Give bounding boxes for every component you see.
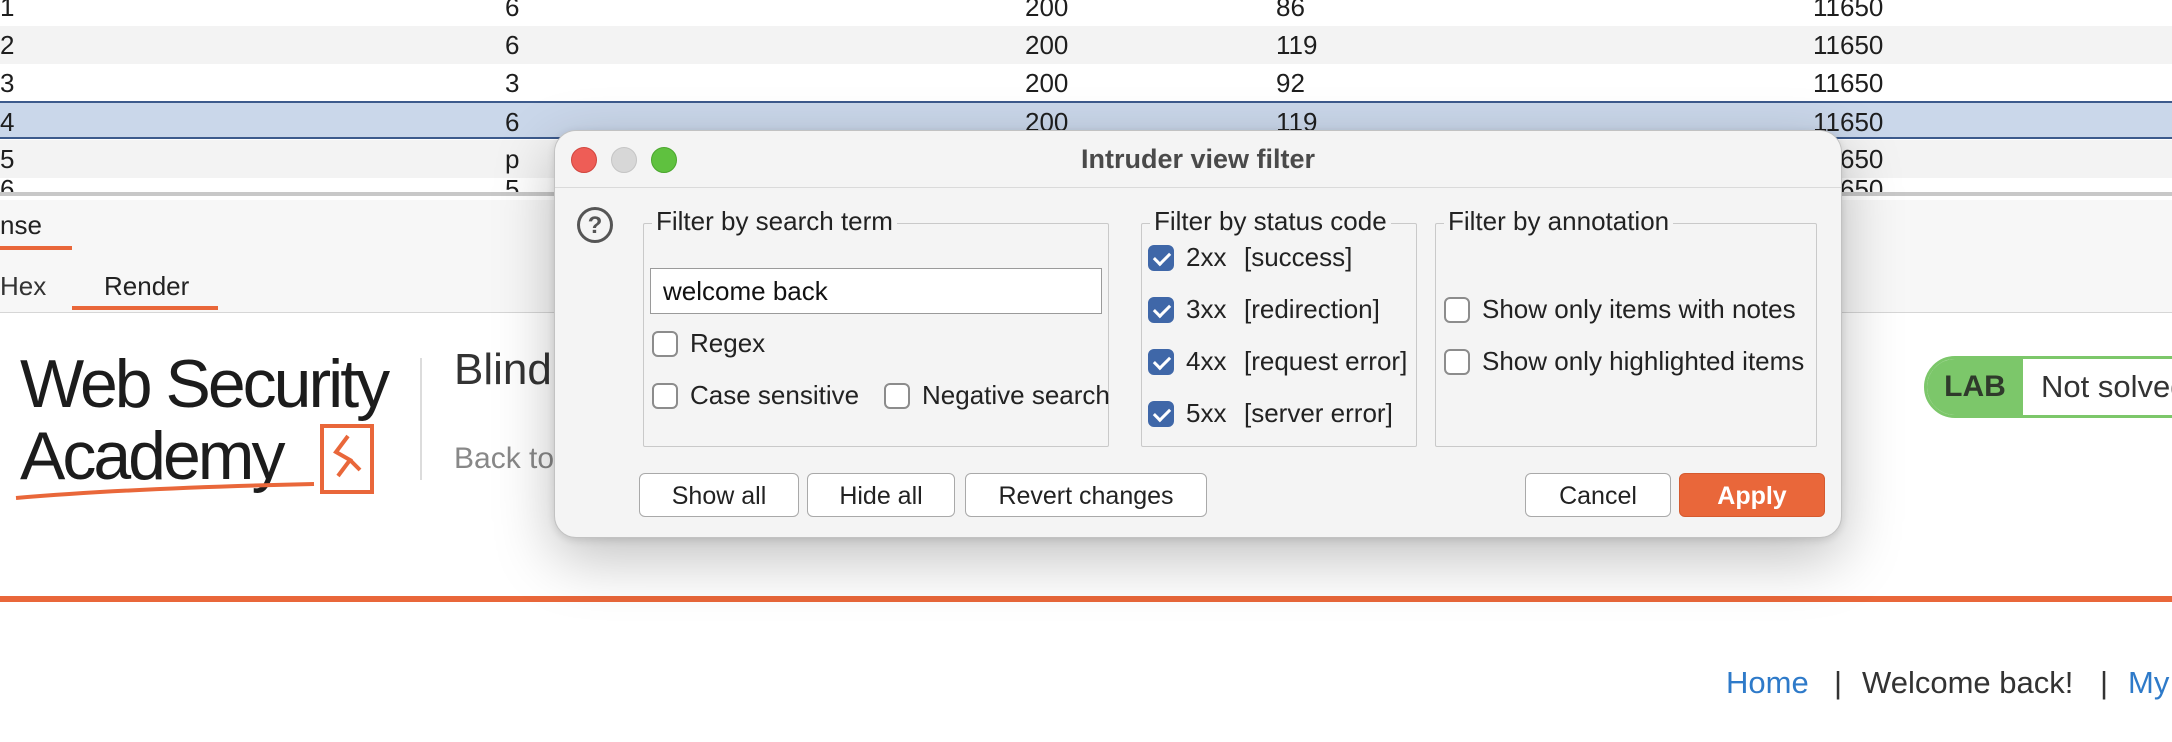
nav-separator: |	[2100, 665, 2109, 700]
notes-only-checkbox-box[interactable]	[1444, 296, 1470, 323]
case-sensitive-label: Case sensitive	[690, 380, 860, 410]
lab-status-text: Not solved	[2041, 369, 2172, 404]
negative-search-checkbox[interactable]: Negative search	[884, 380, 1110, 411]
revert-changes-button[interactable]: Revert changes	[965, 473, 1207, 517]
cell-request: 3	[0, 68, 15, 98]
search-term-group: Filter by search term welcome back Regex…	[643, 206, 1110, 447]
cell-status: 200	[1025, 68, 1069, 98]
notes-only-label: Show only items with notes	[1482, 294, 1796, 324]
apply-button[interactable]: Apply	[1679, 473, 1825, 517]
status-code-group: Filter by status code 2xx [success] 3xx …	[1141, 206, 1417, 447]
hide-all-button[interactable]: Hide all	[807, 473, 955, 517]
status-5xx-label: [server error]	[1244, 398, 1393, 428]
dialog-titlebar[interactable]: Intruder view filter	[555, 131, 1841, 188]
annotation-group: Filter by annotation Show only items wit…	[1435, 206, 1817, 447]
case-sensitive-checkbox[interactable]: Case sensitive	[652, 380, 859, 411]
cell-length: 11650	[1813, 68, 1884, 98]
nav-home-link[interactable]: Home	[1726, 665, 1809, 701]
web-security-academy-logo: Web Security Academy	[14, 346, 424, 500]
case-sensitive-checkbox-box[interactable]	[652, 382, 678, 409]
status-5xx-checkbox[interactable]: 5xx [server error]	[1148, 398, 1393, 429]
notes-only-checkbox[interactable]: Show only items with notes	[1444, 294, 1796, 325]
table-row[interactable]: 2 6 200 119 11650	[0, 26, 2172, 64]
cell-payload: 6	[505, 107, 520, 137]
intruder-view-filter-dialog: Intruder view filter ? Filter by search …	[554, 130, 1842, 538]
cell-payload: 6	[505, 0, 520, 22]
cancel-button[interactable]: Cancel	[1525, 473, 1671, 517]
status-code-legend: Filter by status code	[1150, 206, 1391, 237]
cell-length: 11650	[1813, 0, 1884, 22]
highlighted-only-checkbox[interactable]: Show only highlighted items	[1444, 346, 1804, 377]
status-5xx-code: 5xx	[1186, 398, 1227, 428]
lab-title: Blind	[454, 345, 552, 394]
header-rule	[0, 596, 2172, 602]
logo-divider	[420, 358, 422, 480]
regex-checkbox-box[interactable]	[652, 330, 678, 357]
highlighted-only-checkbox-box[interactable]	[1444, 348, 1470, 375]
lab-label: LAB	[1927, 359, 2023, 415]
cell-request: 1	[0, 0, 15, 22]
nav-welcome-text: Welcome back!	[1862, 665, 2074, 700]
cell-request: 4	[0, 107, 15, 137]
cell-status: 200	[1025, 30, 1069, 60]
cell-request: 2	[0, 30, 15, 60]
show-all-button[interactable]: Show all	[639, 473, 799, 517]
tab-response-indicator	[0, 246, 72, 250]
tab-hex[interactable]: Hex	[0, 271, 46, 302]
cell-payload: 3	[505, 68, 520, 98]
status-5xx-checkbox-box[interactable]	[1148, 400, 1174, 427]
logo-text-line1: Web Security	[20, 346, 390, 422]
annotation-legend: Filter by annotation	[1444, 206, 1674, 237]
regex-label: Regex	[690, 328, 766, 358]
status-4xx-checkbox[interactable]: 4xx [request error]	[1148, 346, 1407, 377]
help-icon[interactable]: ?	[577, 207, 613, 243]
cell-status: 200	[1025, 0, 1069, 22]
negative-search-label: Negative search	[922, 380, 1110, 410]
highlighted-only-label: Show only highlighted items	[1482, 346, 1805, 376]
negative-search-checkbox-box[interactable]	[884, 382, 910, 409]
status-2xx-checkbox[interactable]: 2xx [success]	[1148, 242, 1352, 273]
cell-payload: 6	[505, 30, 520, 60]
table-row[interactable]: 1 6 200 86 11650	[0, 0, 2172, 26]
status-2xx-code: 2xx	[1186, 242, 1227, 272]
nav-my-account-link[interactable]: My	[2128, 665, 2169, 701]
cell-response-received: 86	[1276, 0, 1305, 22]
back-to-lab-link[interactable]: Back to	[454, 442, 554, 476]
status-3xx-checkbox-box[interactable]	[1148, 296, 1174, 323]
dialog-title: Intruder view filter	[1080, 144, 1316, 174]
status-4xx-code: 4xx	[1186, 346, 1227, 376]
table-row[interactable]: 3 3 200 92 11650	[0, 64, 2172, 102]
search-term-legend: Filter by search term	[652, 206, 897, 237]
status-2xx-checkbox-box[interactable]	[1148, 244, 1174, 271]
tab-render-indicator	[72, 306, 218, 310]
status-4xx-label: [request error]	[1244, 346, 1408, 376]
status-2xx-label: [success]	[1244, 242, 1353, 272]
logo-mark-icon	[15, 424, 374, 500]
tab-response[interactable]: nse	[0, 210, 42, 241]
lab-status-badge: LAB Not solved	[1924, 356, 2172, 418]
cell-request: 6	[0, 174, 15, 192]
cell-length: 11650	[1813, 30, 1884, 60]
tab-render[interactable]: Render	[104, 271, 189, 302]
status-3xx-code: 3xx	[1186, 294, 1227, 324]
nav-separator: |	[1834, 665, 1843, 700]
cell-payload: 5	[505, 174, 520, 192]
cell-response-received: 92	[1276, 68, 1305, 98]
search-term-input[interactable]: welcome back	[650, 268, 1102, 314]
status-4xx-checkbox-box[interactable]	[1148, 348, 1174, 375]
regex-checkbox[interactable]: Regex	[652, 328, 765, 359]
cell-response-received: 119	[1276, 30, 1318, 60]
status-3xx-label: [redirection]	[1244, 294, 1380, 324]
status-3xx-checkbox[interactable]: 3xx [redirection]	[1148, 294, 1380, 325]
